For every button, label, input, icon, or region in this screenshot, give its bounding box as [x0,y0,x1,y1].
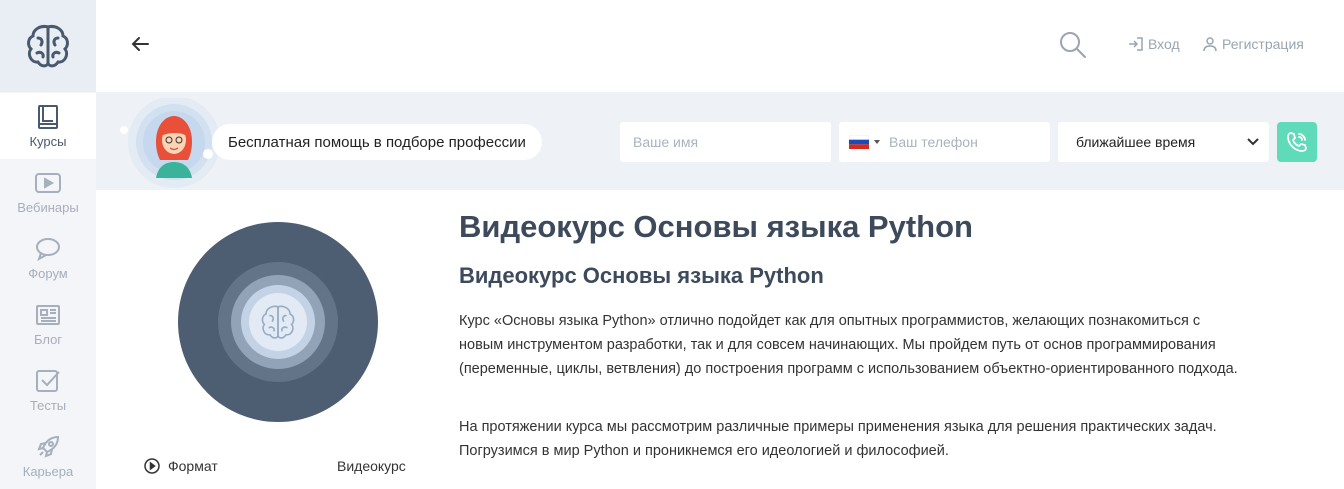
sidebar-item-label: Тесты [29,398,67,413]
time-value: ближайшее время [1076,134,1196,150]
phone-placeholder: Ваш телефон [889,134,978,150]
header: Вход Регистрация [96,0,1344,92]
page-title: Видеокурс Основы языка Python [459,209,973,244]
play-icon [35,173,61,193]
course-description-1: Курс «Основы языка Python» отлично подой… [459,313,1238,377]
sidebar-item-label: Блог [33,332,63,347]
course-description-2: На протяжении курса мы рассмотрим различ… [459,419,1217,459]
call-button[interactable] [1277,122,1317,162]
chat-icon [36,238,60,262]
book-icon [38,105,58,129]
time-select[interactable]: ближайшее время [1058,122,1269,162]
login-link[interactable]: Вход [1128,36,1180,52]
sidebar: Курсы Вебинары Форум Блог Тесты Карьера [0,0,96,489]
brain-logo-icon [27,25,69,68]
sidebar-item-forum[interactable]: Форум [0,225,96,291]
name-input[interactable]: Ваше имя [620,122,831,162]
help-text: Бесплатная помощь в подборе профессии [228,133,526,151]
sidebar-item-label: Карьера [22,464,74,479]
rocket-icon [37,435,60,458]
search-icon[interactable] [1058,30,1088,60]
login-icon [1129,37,1143,51]
consultant-avatar [120,98,220,188]
format-label: Формат [168,458,218,474]
consultation-banner: Бесплатная помощь в подборе профессии Ва… [96,92,1344,190]
caret-down-icon [874,140,880,144]
phone-call-icon [1287,132,1307,152]
sidebar-item-label: Вебинары [17,200,79,215]
sidebar-item-courses[interactable]: Курсы [0,93,96,159]
country-select[interactable] [849,135,881,149]
phone-input[interactable]: Ваш телефон [839,122,1050,162]
register-label: Регистрация [1222,36,1304,52]
sidebar-item-label: Форум [28,266,68,281]
back-arrow-icon[interactable] [128,32,152,56]
login-label: Вход [1148,36,1180,52]
russia-flag-icon [849,135,869,149]
format-value: Видеокурс [337,458,406,474]
name-placeholder: Ваше имя [633,134,699,150]
sidebar-item-tests[interactable]: Тесты [0,357,96,423]
user-icon [1203,37,1217,52]
play-circle-icon [144,458,160,474]
sidebar-item-blog[interactable]: Блог [0,291,96,357]
register-link[interactable]: Регистрация [1202,36,1304,52]
format-value-text: Видеокурс [337,458,406,474]
format-label-row: Формат [144,458,218,474]
course-cover-image [178,222,378,422]
newspaper-icon [36,305,60,325]
sidebar-item-career[interactable]: Карьера [0,423,96,489]
help-bubble: Бесплатная помощь в подборе профессии [212,124,542,160]
page-subtitle: Видеокурс Основы языка Python [459,263,824,288]
sidebar-item-label: Курсы [29,134,67,149]
checkbox-icon [36,370,60,392]
chevron-down-icon [1247,138,1259,146]
logo[interactable] [0,0,96,92]
sidebar-item-webinars[interactable]: Вебинары [0,159,96,225]
